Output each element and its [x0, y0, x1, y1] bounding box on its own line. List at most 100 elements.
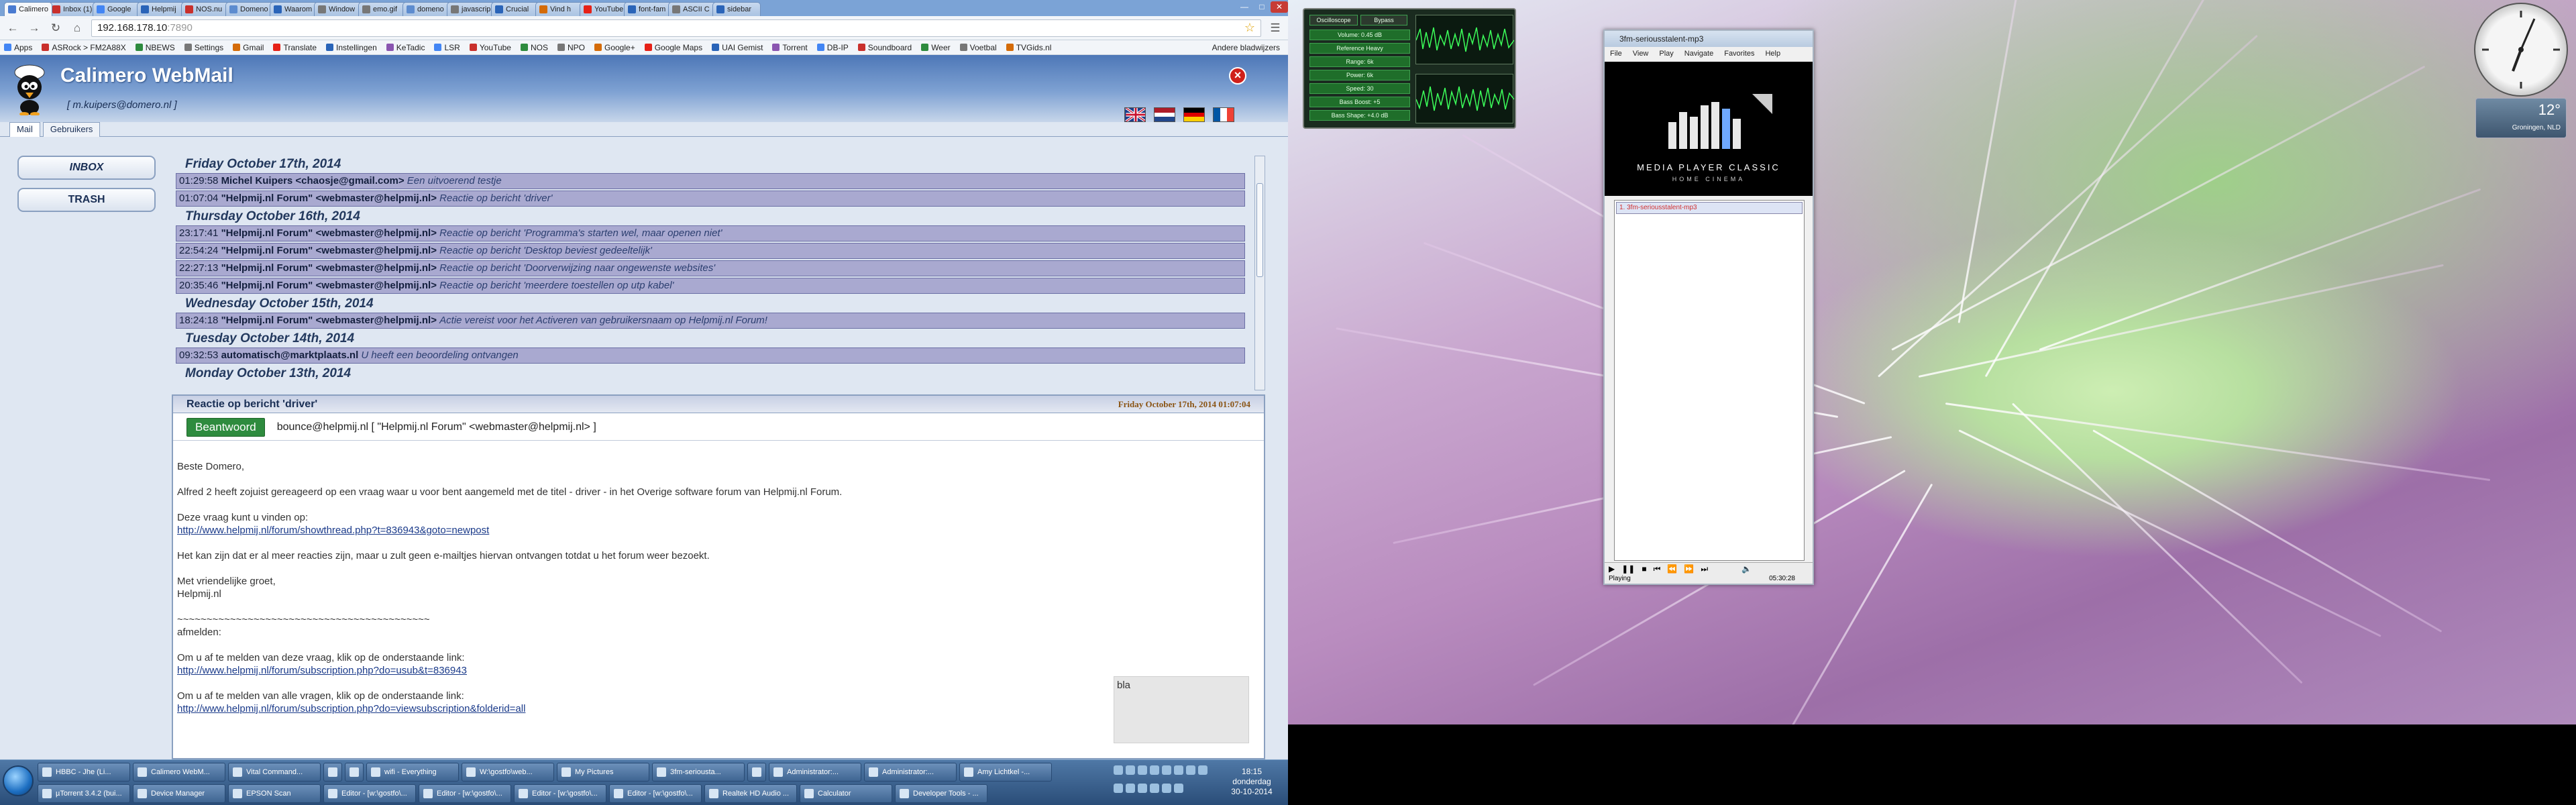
tray-icon[interactable] [1162, 784, 1171, 793]
bookmark-item[interactable]: Google Maps [644, 43, 702, 52]
bookmark-item[interactable]: Gmail [233, 43, 264, 52]
reply-button[interactable]: Beantwoord [186, 418, 265, 437]
oscilloscope-label[interactable]: Oscilloscope [1309, 15, 1358, 25]
taskbar-button[interactable]: Calimero WebM... [133, 763, 225, 782]
equalizer-setting[interactable]: Range: 6k [1309, 56, 1410, 67]
close-window-button[interactable]: ✕ [1271, 1, 1288, 13]
browser-tab[interactable]: sidebar [712, 2, 761, 16]
mail-row[interactable]: 09:32:53 automatisch@marktplaats.nl U he… [176, 347, 1245, 364]
start-button[interactable] [3, 765, 34, 796]
folder-inbox-button[interactable]: INBOX [17, 156, 156, 180]
taskbar-button[interactable]: Administrator:... [769, 763, 861, 782]
next-icon[interactable]: ⏭ [1701, 564, 1708, 574]
forward-icon[interactable]: → [27, 21, 42, 36]
bookmark-item[interactable]: Weer [921, 43, 951, 52]
taskbar-button[interactable]: Administrator:... [864, 763, 957, 782]
bookmark-item[interactable]: LSR [434, 43, 460, 52]
taskbar-button[interactable]: Vital Command... [228, 763, 321, 782]
thread-link[interactable]: http://www.helpmij.nl/forum/showthread.p… [177, 525, 489, 536]
browser-tab[interactable]: Waarom [270, 2, 318, 16]
bookmark-item[interactable]: DB-IP [816, 43, 849, 52]
browser-tab[interactable]: Helpmij [137, 2, 185, 16]
bookmark-item[interactable]: YouTube [469, 43, 511, 52]
mail-list-scrollbar[interactable] [1254, 156, 1265, 390]
taskbar-button[interactable]: Developer Tools - ... [895, 784, 987, 803]
bookmark-item[interactable]: NPO [557, 43, 585, 52]
unsubscribe-all-link[interactable]: http://www.helpmij.nl/forum/subscription… [177, 703, 525, 714]
equalizer-setting[interactable]: Volume: 0.45 dB [1309, 30, 1410, 40]
bookmark-item[interactable]: Instellingen [326, 43, 377, 52]
browser-tab[interactable]: domeno [402, 2, 451, 16]
browser-tab[interactable]: Google [93, 2, 141, 16]
flag-de-icon[interactable] [1183, 107, 1205, 122]
playlist-item[interactable]: 1. 3fm-seriousstalent-mp3 [1616, 202, 1803, 214]
stop-icon[interactable]: ■ [1642, 564, 1646, 574]
taskbar-button[interactable]: Editor - [w:\gostfo\... [609, 784, 702, 803]
mail-row[interactable]: 22:54:24 "Helpmij.nl Forum" <webmaster@h… [176, 243, 1245, 259]
tab-users[interactable]: Gebruikers [42, 122, 101, 137]
flag-uk-icon[interactable] [1124, 107, 1146, 122]
forward-icon[interactable]: ⏩ [1684, 564, 1694, 574]
bookmark-item[interactable]: KeTadic [386, 43, 425, 52]
bookmark-item[interactable]: Soundboard [857, 43, 912, 52]
folder-trash-button[interactable]: TRASH [17, 188, 156, 212]
taskbar-button[interactable]: Editor - [w:\gostfo\... [323, 784, 416, 803]
logout-icon[interactable]: × [1229, 67, 1246, 85]
bookmark-item[interactable]: Apps [4, 43, 32, 52]
mail-row[interactable]: 23:17:41 "Helpmij.nl Forum" <webmaster@h… [176, 225, 1245, 241]
taskbar-button[interactable] [345, 763, 364, 782]
pause-icon[interactable]: ❚❚ [1621, 564, 1635, 574]
taskbar-button[interactable]: W:\gostfo\web... [462, 763, 554, 782]
taskbar-button[interactable] [323, 763, 342, 782]
taskbar-clock[interactable]: 18:15 donderdag 30-10-2014 [1225, 767, 1279, 797]
tray-icon[interactable] [1126, 784, 1135, 793]
browser-tab[interactable]: javascrip [447, 2, 495, 16]
address-bar[interactable]: 192.168.178.10:7890 ☆ [91, 19, 1261, 37]
browser-tab[interactable]: Inbox (1) [48, 2, 97, 16]
mpc-video-area[interactable]: MEDIA PLAYER CLASSIC HOME CINEMA [1605, 62, 1813, 196]
bookmark-item[interactable]: TVGids.nl [1006, 43, 1051, 52]
reload-icon[interactable]: ↻ [48, 21, 63, 36]
bookmark-item[interactable]: UAI Gemist [712, 43, 763, 52]
tab-mail[interactable]: Mail [9, 122, 40, 137]
tray-icon[interactable] [1150, 784, 1159, 793]
tray-icon[interactable] [1138, 765, 1147, 775]
mpc-menu-item[interactable]: Play [1659, 47, 1673, 60]
browser-tab[interactable]: Vind h [535, 2, 584, 16]
browser-tab[interactable]: Window [314, 2, 362, 16]
tray-icon[interactable] [1138, 784, 1147, 793]
back-icon[interactable]: ← [5, 21, 20, 36]
equalizer-setting[interactable]: Reference Heavy [1309, 43, 1410, 54]
browser-tab[interactable]: YouTube [580, 2, 628, 16]
previous-icon[interactable]: ⏮ [1654, 564, 1661, 574]
taskbar-button[interactable]: Amy Lichtkel -... [959, 763, 1052, 782]
play-icon[interactable]: ▶ [1609, 564, 1615, 574]
taskbar-button[interactable]: My Pictures [557, 763, 649, 782]
taskbar-button[interactable]: wifi - Everything [366, 763, 459, 782]
equalizer-setting[interactable]: Speed: 30 [1309, 83, 1410, 94]
volume-icon[interactable]: 🔈 [1741, 564, 1752, 574]
bookmark-item[interactable]: ASRock > FM2A88X [42, 43, 126, 52]
browser-tab[interactable]: ASCII C [668, 2, 716, 16]
taskbar-button[interactable]: Editor - [w:\gostfo\... [514, 784, 606, 803]
taskbar-button[interactable]: Realtek HD Audio ... [704, 784, 797, 803]
bookmark-item[interactable]: Translate [273, 43, 317, 52]
taskbar-button[interactable]: HBBC - Jhe (Li... [38, 763, 130, 782]
bypass-label[interactable]: Bypass [1360, 15, 1407, 25]
taskbar-button[interactable]: Device Manager [133, 784, 225, 803]
mail-row[interactable]: 01:07:04 "Helpmij.nl Forum" <webmaster@h… [176, 191, 1245, 207]
browser-tab[interactable]: Domeno [225, 2, 274, 16]
equalizer-setting[interactable]: Bass Boost: +5 [1309, 97, 1410, 107]
star-icon[interactable]: ☆ [1244, 21, 1255, 35]
mail-row[interactable]: 18:24:18 "Helpmij.nl Forum" <webmaster@h… [176, 313, 1245, 329]
bookmark-item[interactable]: Settings [184, 43, 223, 52]
mpc-menu-item[interactable]: Favorites [1724, 47, 1754, 60]
home-icon[interactable]: ⌂ [70, 21, 85, 36]
tray-icon[interactable] [1174, 765, 1183, 775]
equalizer-setting[interactable]: Power: 6k [1309, 70, 1410, 80]
minimize-button[interactable]: — [1236, 1, 1253, 13]
mpc-menu-item[interactable]: Help [1765, 47, 1780, 60]
tray-icon[interactable] [1162, 765, 1171, 775]
mpc-menu-item[interactable]: Navigate [1684, 47, 1713, 60]
browser-tab[interactable]: Calimero [4, 2, 52, 16]
